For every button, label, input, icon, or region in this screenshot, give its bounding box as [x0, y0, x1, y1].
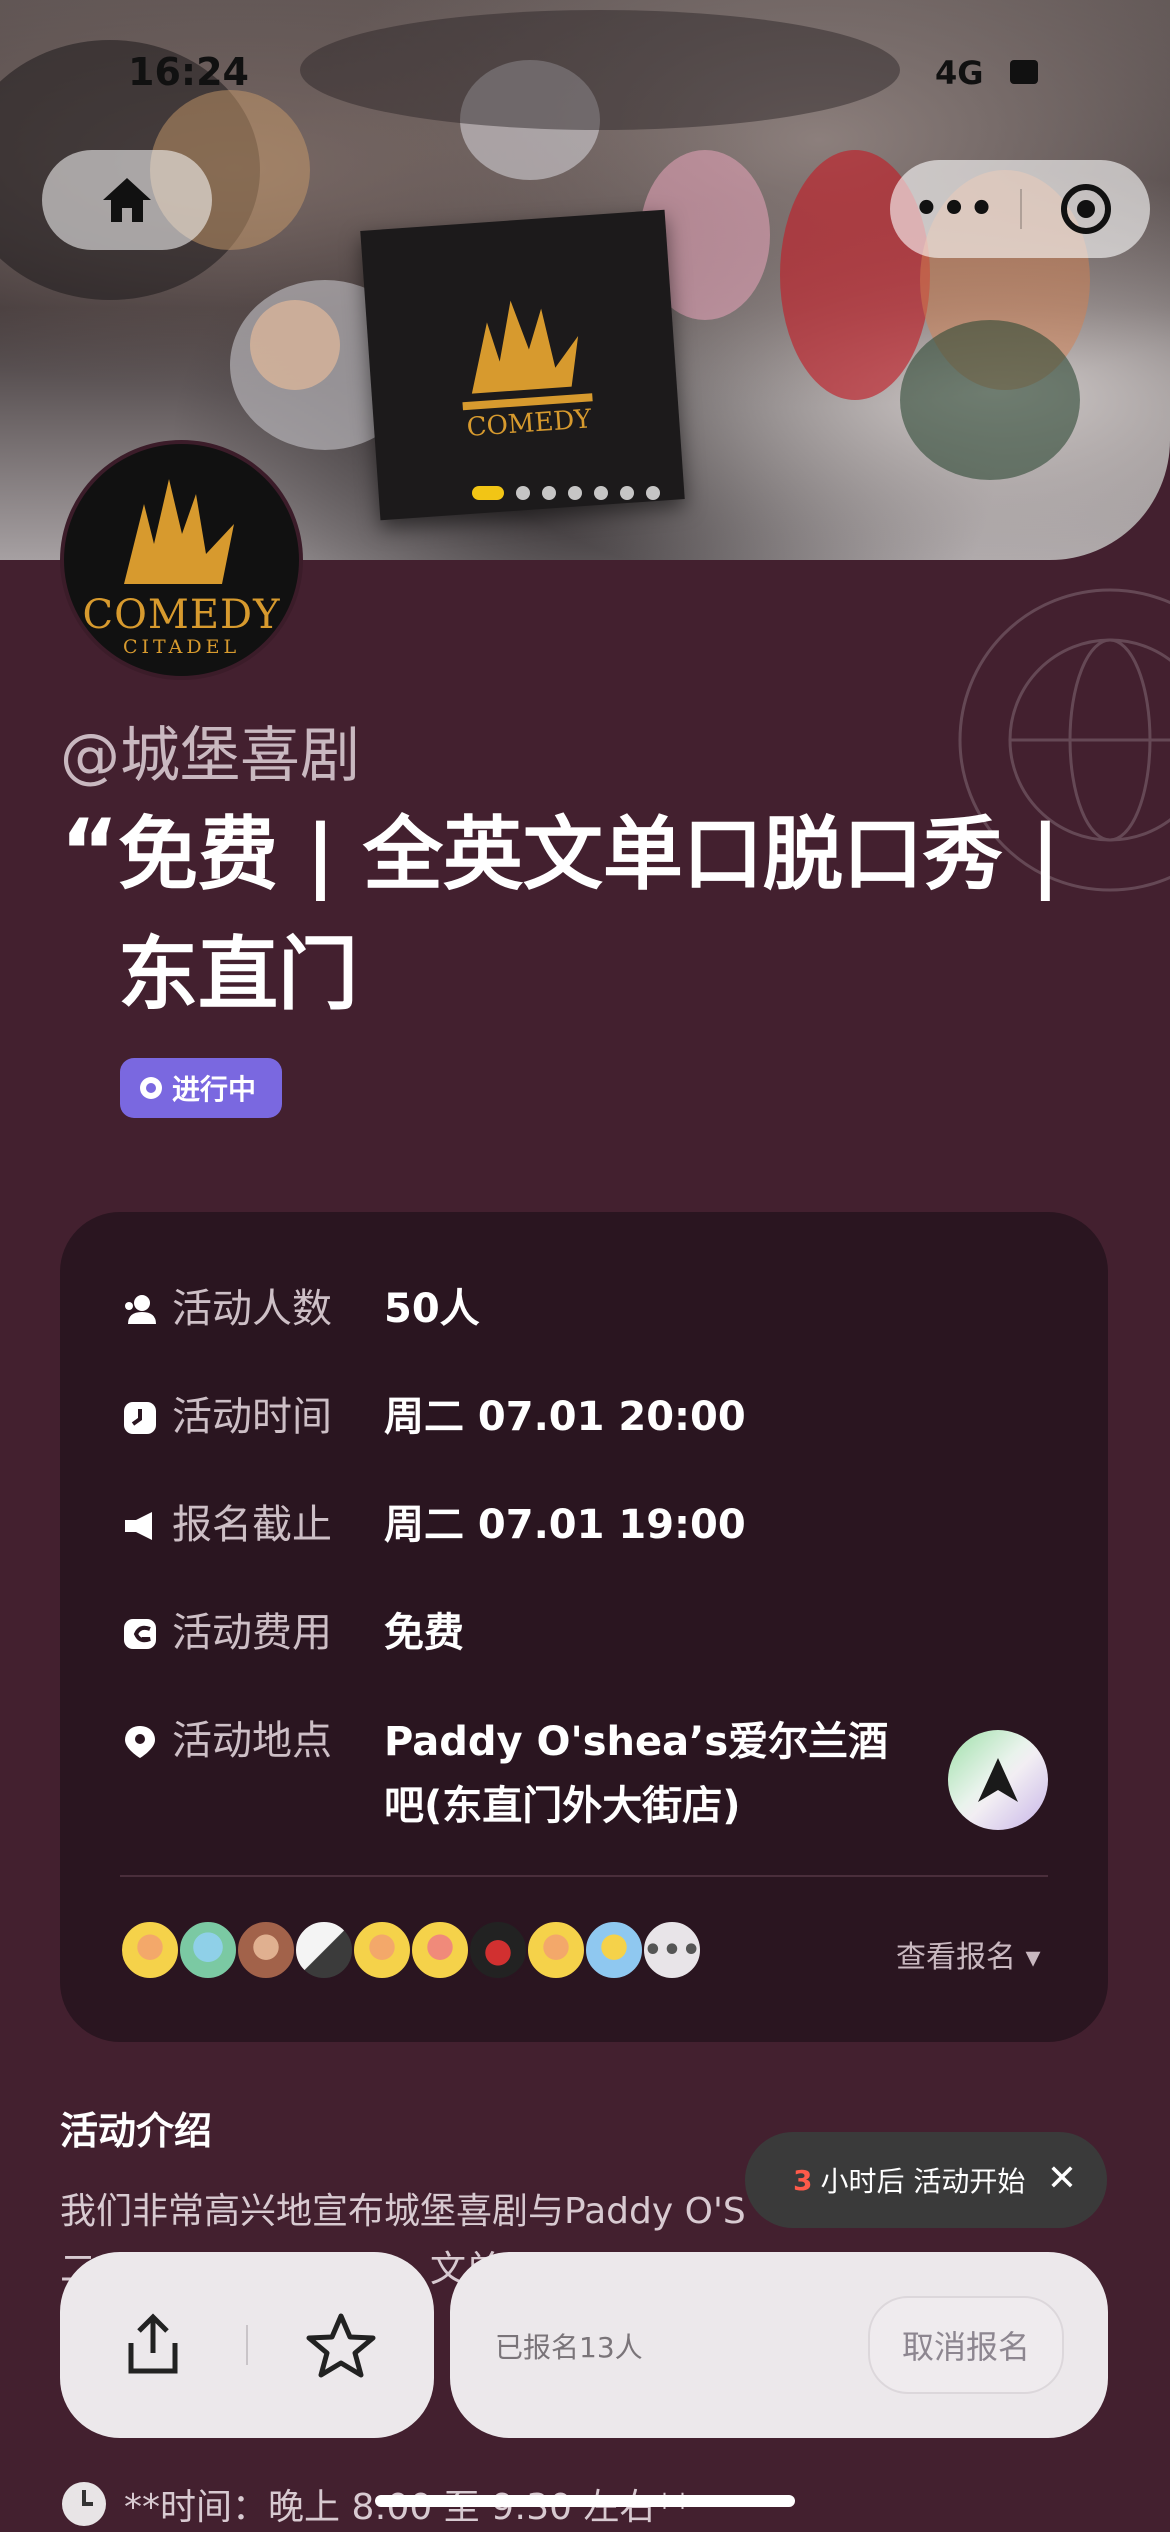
- organizer-logo[interactable]: COMEDY CITADEL: [60, 440, 303, 680]
- carousel-dots[interactable]: [472, 486, 660, 500]
- star-icon: [306, 2313, 376, 2378]
- wallet-icon: [124, 1619, 156, 1649]
- info-label: 活动时间: [172, 1394, 332, 1440]
- navigate-button[interactable]: [948, 1730, 1048, 1830]
- organizer-name[interactable]: @城堡喜剧: [60, 707, 360, 794]
- avatar[interactable]: [468, 1920, 528, 1980]
- toast-text: 小时后 活动开始: [820, 2165, 1026, 2198]
- view-registrations-link[interactable]: 查看报名 ▾: [896, 1932, 1041, 1976]
- status-badge-label: 进行中: [172, 1073, 257, 1106]
- home-indicator[interactable]: [375, 2495, 795, 2507]
- info-row-fee: 活动费用 免费: [122, 1602, 464, 1664]
- registered-count: 已报名13人: [495, 2331, 643, 2364]
- carousel-dot[interactable]: [620, 486, 634, 500]
- info-value: 免费: [384, 1610, 464, 1656]
- status-dot-icon: [140, 1077, 162, 1099]
- info-value: 50人: [384, 1286, 480, 1332]
- avatar[interactable]: [178, 1920, 238, 1980]
- info-row-time: 活动时间 周二 07.01 20:00: [122, 1386, 746, 1448]
- info-row-capacity: 活动人数 50人: [122, 1278, 480, 1340]
- avatar[interactable]: [294, 1920, 354, 1980]
- action-bar-right: 已报名13人 取消报名: [450, 2252, 1108, 2438]
- megaphone-icon: [125, 1512, 152, 1540]
- more-button[interactable]: •••: [890, 186, 1020, 232]
- avatar[interactable]: [236, 1920, 296, 1980]
- info-label: 活动地点: [172, 1718, 332, 1764]
- carousel-dot[interactable]: [568, 486, 582, 500]
- carousel-dot[interactable]: [594, 486, 608, 500]
- info-value: 周二 07.01 19:00: [384, 1502, 746, 1548]
- target-icon: [1061, 184, 1111, 234]
- avatar[interactable]: [120, 1920, 180, 1980]
- carousel-dot-active[interactable]: [472, 486, 504, 500]
- carousel-dot[interactable]: [646, 486, 660, 500]
- location-pin-icon: [125, 1726, 155, 1758]
- svg-text:COMEDY: COMEDY: [466, 404, 593, 443]
- close-target-button[interactable]: [1022, 181, 1150, 237]
- people-icon: [125, 1295, 156, 1324]
- more-avatars-button[interactable]: •••: [642, 1920, 702, 1980]
- battery-icon: [1010, 60, 1038, 84]
- info-label: 活动人数: [172, 1286, 332, 1332]
- home-button[interactable]: [42, 150, 212, 250]
- participant-avatars[interactable]: •••: [120, 1920, 702, 1980]
- logo-text: COMEDY: [82, 592, 281, 638]
- share-button[interactable]: [60, 2313, 246, 2377]
- event-title: 免费 | 全英文单口脱口秀 | 东直门: [118, 808, 1060, 1021]
- status-badge: 进行中: [120, 1058, 283, 1118]
- status-network: 4G: [935, 54, 984, 92]
- clock-icon: [124, 1402, 156, 1434]
- comedy-sign: COMEDY: [360, 209, 685, 521]
- castle-logo-icon: [124, 479, 234, 584]
- countdown-toast: 3 小时后 活动开始 ✕: [745, 2132, 1107, 2228]
- favorite-button[interactable]: [248, 2312, 434, 2378]
- avatar[interactable]: [352, 1920, 412, 1980]
- info-row-location[interactable]: 活动地点 Paddy O'shea’s爱尔兰酒吧(东直门外大街店): [122, 1710, 904, 1838]
- action-bar-left: [60, 2252, 434, 2438]
- navigation-arrow-icon: [978, 1758, 1018, 1802]
- avatar[interactable]: [584, 1920, 644, 1980]
- toast-close-icon[interactable]: ✕: [1047, 2158, 1077, 2199]
- clock-emoji-icon: [62, 2482, 106, 2526]
- carousel-dot[interactable]: [542, 486, 556, 500]
- info-value: 周二 07.01 20:00: [384, 1394, 746, 1440]
- cancel-registration-button[interactable]: 取消报名: [868, 2296, 1064, 2394]
- avatar[interactable]: [526, 1920, 586, 1980]
- toast-hours: 3: [793, 2163, 813, 2197]
- share-icon: [128, 2313, 178, 2374]
- mini-program-menu: •••: [890, 160, 1150, 258]
- info-row-deadline: 报名截止 周二 07.01 19:00: [122, 1494, 746, 1556]
- status-time: 16:24: [128, 50, 249, 94]
- event-info-card: 活动人数 50人 活动时间 周二 07.01 20:00 报名截止 周二 07.…: [60, 1212, 1108, 2042]
- card-divider: [120, 1875, 1048, 1877]
- title-quote-mark: “: [60, 800, 120, 905]
- logo-subtext: CITADEL: [122, 636, 241, 658]
- section-title-intro: 活动介绍: [60, 2109, 213, 2153]
- avatar[interactable]: [410, 1920, 470, 1980]
- info-label: 报名截止: [172, 1502, 332, 1548]
- home-icon: [103, 178, 151, 222]
- info-label: 活动费用: [172, 1610, 332, 1656]
- carousel-dot[interactable]: [516, 486, 530, 500]
- location-value[interactable]: Paddy O'shea’s爱尔兰酒吧(东直门外大街店): [384, 1710, 904, 1838]
